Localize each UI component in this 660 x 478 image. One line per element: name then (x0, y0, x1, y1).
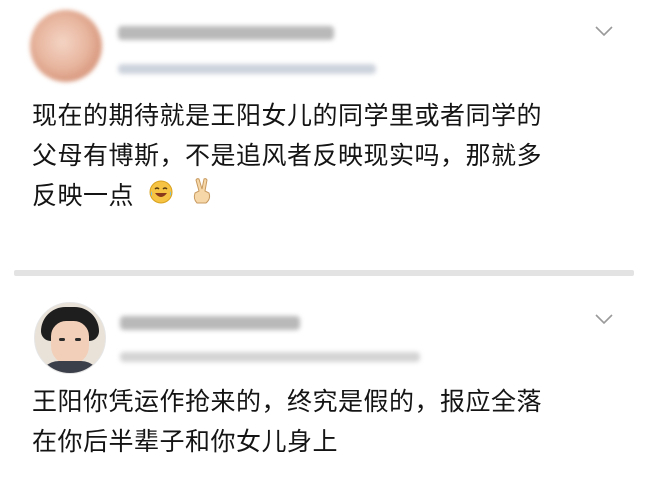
victory-hand-emoji-icon (189, 177, 215, 217)
chevron-down-icon[interactable] (594, 24, 614, 38)
comment-line: 王阳你凭运作抢来的，终究是假的，报应全落 (32, 387, 543, 416)
username-blurred[interactable] (120, 316, 300, 330)
comment-line: 现在的期待就是王阳女儿的同学里或者同学的 (32, 101, 543, 130)
comment-line: 反映一点 (32, 176, 542, 217)
username-blurred[interactable] (118, 26, 334, 40)
avatar[interactable] (30, 10, 102, 82)
laugh-crying-emoji-icon (148, 177, 174, 217)
comment-line: 父母有博斯，不是追风者反映现实吗，那就多 (32, 141, 543, 170)
avatar[interactable] (34, 302, 106, 374)
comment-text: 现在的期待就是王阳女儿的同学里或者同学的 父母有博斯，不是追风者反映现实吗，那就… (32, 96, 542, 217)
comment-text: 王阳你凭运作抢来的，终究是假的，报应全落 在你后半辈子和你女儿身上 (32, 382, 542, 462)
comment-meta-blurred (118, 64, 376, 74)
comment-line: 在你后半辈子和你女儿身上 (32, 427, 339, 456)
comment-line-text: 反映一点 (32, 181, 135, 210)
chevron-down-icon[interactable] (594, 312, 614, 326)
divider (14, 270, 634, 276)
comment-meta-blurred (120, 352, 420, 362)
